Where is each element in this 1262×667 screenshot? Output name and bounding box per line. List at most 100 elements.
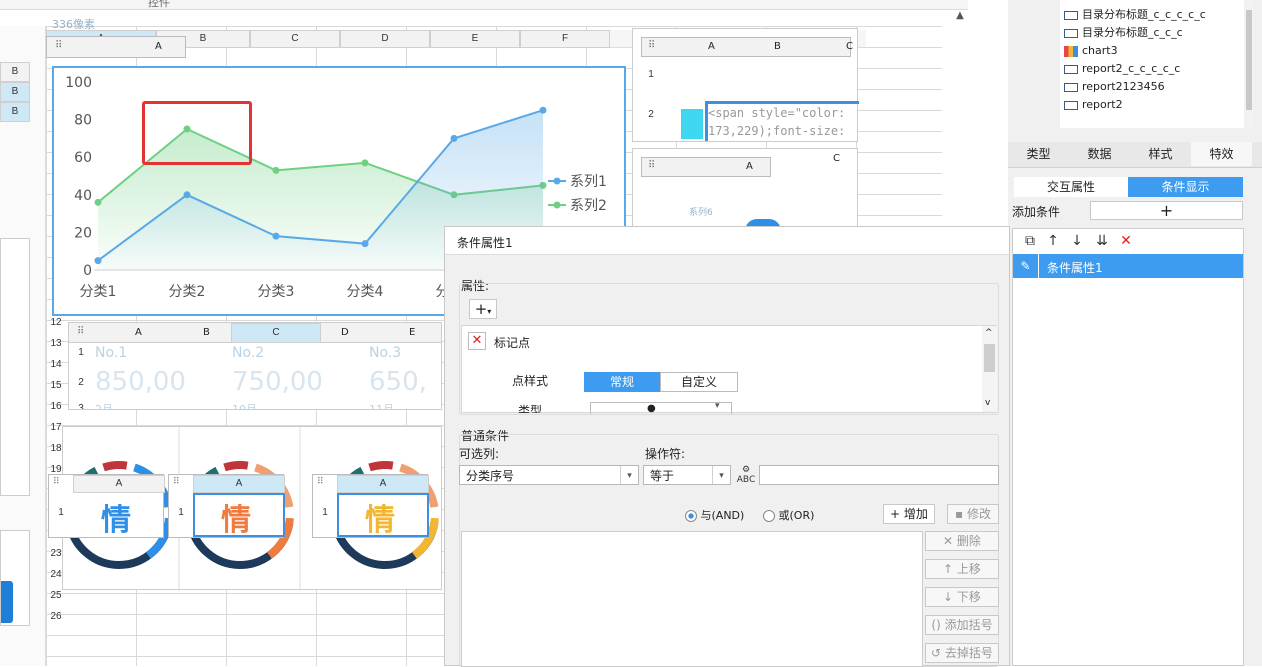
tree-item[interactable]: report2_c_c_c_c_c (1064, 60, 1234, 78)
move-bottom-icon[interactable]: ⇊ (1089, 233, 1115, 249)
mini-pie-table[interactable]: ⠿ A C 系列6 (632, 148, 858, 231)
gauge-ring-red (368, 461, 394, 472)
add-attribute-button[interactable]: +▾ (469, 299, 497, 319)
bracket-icon: () (931, 618, 945, 632)
condition-toolbar: ⧉ ↑ ↓ ⇊ ✕ (1019, 233, 1137, 249)
add-condition-button[interactable]: + (1090, 201, 1243, 220)
mini-code-header: ⠿ A B C (641, 37, 853, 57)
add-button[interactable]: + 增加 (883, 504, 935, 524)
scroll-up-icon[interactable]: ^ (985, 328, 993, 338)
code-cell[interactable]: <span style="color: 173,229);font-size: (705, 101, 859, 141)
nt-row-3: 3 (78, 403, 84, 410)
drag-handle-icon[interactable]: ⠿ (53, 477, 60, 487)
nt-col-d: D (341, 327, 349, 338)
radio-checked-icon[interactable] (685, 510, 697, 522)
gauge-col-header: A (73, 475, 165, 493)
y-tick-label: 80 (74, 113, 92, 129)
edit-icon[interactable]: ✎ (1013, 254, 1039, 278)
type-select[interactable]: ● ▾ (590, 402, 732, 414)
delete-icon[interactable]: ✕ (1115, 233, 1137, 249)
tree-scrollbar[interactable] (1244, 0, 1254, 128)
left-partial-chart (0, 238, 30, 496)
add-bracket-label: 添加括号 (944, 618, 993, 632)
drag-handle-icon[interactable]: ⠿ (55, 40, 62, 51)
col-header-e[interactable]: E (430, 30, 520, 48)
tree-item[interactable]: 目录分布标题_c_c_c_c_c (1064, 6, 1234, 24)
condition-dialog: 条件属性1 属性: +▾ ✕ 标记点 点样式 常规 自定义 类型 ● ▾ ^ v… (444, 226, 1010, 667)
condition-item-label: 条件属性1 (1047, 261, 1103, 275)
remove-bracket-button[interactable]: ↺ 去掉括号 (925, 643, 999, 663)
drag-handle-icon[interactable]: ⠿ (648, 160, 655, 171)
tab-effects[interactable]: 特效 (1191, 142, 1252, 166)
condition-list-panel[interactable]: ⧉ ↑ ↓ ⇊ ✕ ✎ 条件属性1 (1012, 228, 1244, 666)
subtab-interaction[interactable]: 交互属性 (1014, 177, 1128, 197)
condition-list-item[interactable]: ✎ 条件属性1 (1013, 254, 1243, 278)
tree-item[interactable]: report2123456 (1064, 78, 1234, 96)
col-header-c[interactable]: C (250, 30, 340, 48)
gauge-cell-1[interactable]: A ⠿ 1 情 (48, 474, 165, 538)
left-partial-cells: B B B (0, 62, 30, 122)
column-select[interactable]: 分类序号 ▾ (459, 465, 639, 485)
drag-handle-icon[interactable]: ⠿ (173, 477, 180, 487)
col-header-d[interactable]: D (340, 30, 430, 48)
radio-or[interactable]: 或(OR) (763, 507, 814, 523)
seg-normal-button[interactable]: 常规 (584, 372, 660, 392)
subtab-conditional-display[interactable]: 条件显示 (1128, 177, 1243, 197)
nt-month: 2月 (95, 403, 113, 410)
modify-icon: ▪ (955, 507, 967, 521)
tree-item[interactable]: 目录分布标题_c_c_c (1064, 24, 1234, 42)
tree-item[interactable]: chart3 (1064, 42, 1234, 60)
attr-list[interactable]: ✕ 标记点 点样式 常规 自定义 类型 ● ▾ ^ v (461, 325, 997, 414)
y-tick-label: 20 (74, 225, 92, 241)
tree-item-label: 目录分布标题_c_c_c_c_c (1082, 8, 1206, 21)
col-header-f[interactable]: F (520, 30, 610, 48)
move-down-icon[interactable]: ↓ (1065, 233, 1089, 249)
seg-custom-button[interactable]: 自定义 (660, 372, 738, 392)
copy-icon[interactable]: ⧉ (1019, 233, 1041, 249)
move-down-button[interactable]: ↓ 下移 (925, 587, 999, 607)
drag-handle-icon[interactable]: ⠿ (648, 40, 655, 51)
tree-item[interactable]: report2 (1064, 96, 1234, 114)
add-bracket-button[interactable]: () 添加括号 (925, 615, 999, 635)
scroll-thumb[interactable] (984, 344, 995, 372)
nt-row-1: 1 (78, 347, 84, 358)
scroll-up-icon[interactable]: ▲ (952, 10, 968, 26)
value-type-icon[interactable]: ⚙ ABC (735, 465, 757, 485)
pie-label: 系列6 (689, 208, 713, 218)
delete-button-label: 删除 (956, 534, 981, 548)
tab-style[interactable]: 样式 (1130, 142, 1191, 166)
number-table[interactable]: ⠿ A B C D E 1 2 3 No.1 No.2 No.3 850,00 … (68, 322, 442, 410)
x-tick-label: 分类3 (258, 284, 295, 300)
drag-handle-icon[interactable]: ⠿ (317, 477, 324, 487)
move-up-button[interactable]: ↑ 上移 (925, 559, 999, 579)
radio-unchecked-icon[interactable] (763, 510, 775, 522)
gauge-cell-3[interactable]: A ⠿ 1 情 (312, 474, 429, 538)
move-up-icon[interactable]: ↑ (1041, 233, 1065, 249)
drag-handle-icon[interactable]: ⠿ (77, 326, 84, 337)
value-input[interactable] (759, 465, 999, 485)
gauge-row-number: 1 (322, 507, 328, 518)
chart-handle-bar[interactable]: ⠿ A (46, 36, 186, 58)
tab-type[interactable]: 类型 (1008, 142, 1069, 166)
mini-pie-header: ⠿ A (641, 157, 771, 177)
scroll-down-icon[interactable]: v (985, 398, 990, 408)
plus-icon: + (890, 507, 904, 521)
delete-button[interactable]: ✕ 删除 (925, 531, 999, 551)
modify-button[interactable]: ▪ 修改 (947, 504, 999, 524)
nt-title: No.3 (369, 345, 402, 361)
operator-select[interactable]: 等于 ▾ (643, 465, 731, 485)
component-tree[interactable]: 目录分布标题_c_c_c_c_c 目录分布标题_c_c_c chart3 rep… (1060, 0, 1254, 128)
marker-label: 标记点 (494, 336, 531, 350)
panel-tabs: 类型 数据 样式 特效 (1008, 142, 1262, 168)
tab-data[interactable]: 数据 (1069, 142, 1130, 166)
remove-attr-icon[interactable]: ✕ (468, 332, 486, 350)
mini-code-table[interactable]: ⠿ A B C 1 2 <span style="color: 173,229)… (632, 28, 859, 142)
row-number: 15 (50, 380, 62, 391)
radio-and[interactable]: 与(AND) (685, 507, 744, 523)
gauge-cell-2[interactable]: A ⠿ 1 情 (168, 474, 285, 538)
report-icon (1064, 28, 1078, 38)
attr-scrollbar[interactable]: ^ v (982, 326, 997, 412)
scroll-thumb[interactable] (1246, 10, 1252, 110)
report-icon (1064, 100, 1078, 110)
condition-expression-area[interactable] (461, 531, 923, 667)
